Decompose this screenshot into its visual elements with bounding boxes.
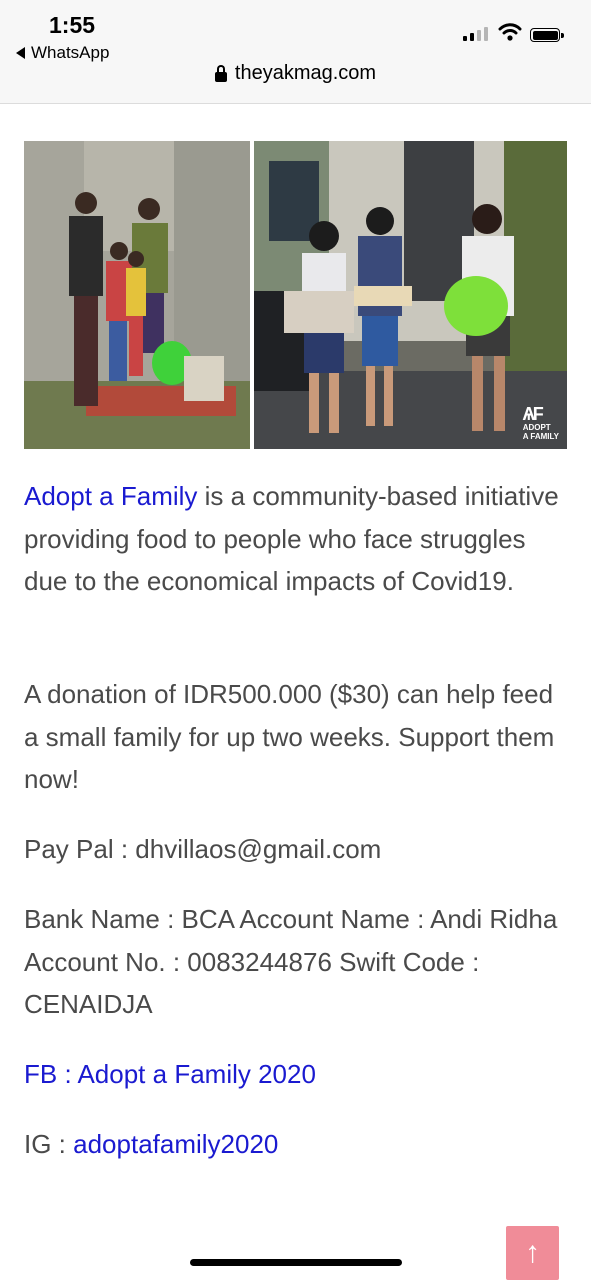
fb-paragraph: FB : Adopt a Family 2020 [24,1053,569,1096]
paypal-paragraph: Pay Pal : dhvillaos@gmail.com [24,834,382,864]
facebook-link[interactable]: FB : Adopt a Family 2020 [24,1059,316,1089]
photo-family-with-volunteer [24,141,250,449]
back-app-label: WhatsApp [31,43,110,62]
back-to-app-button[interactable]: WhatsApp [16,43,109,63]
home-indicator[interactable] [190,1259,402,1266]
lock-icon [214,64,227,82]
intro-paragraph: Adopt a Family is a community-based init… [24,475,569,603]
ig-label: IG : [24,1129,74,1159]
back-triangle-icon [16,47,25,59]
adopt-a-family-logo: ѦF ADOPT A FAMILY [522,404,559,441]
ig-paragraph: IG : adoptafamily2020 [24,1123,569,1166]
url-text: theyakmag.com [234,62,377,84]
cellular-signal-icon [463,27,488,41]
adopt-a-family-link[interactable]: Adopt a Family [24,481,197,511]
bank-details-paragraph: Bank Name : BCA Account Name : Andi Ridh… [24,904,558,1019]
article-photo-collage: ѦF ADOPT A FAMILY [24,141,567,449]
photo-children-receiving-food: ѦF ADOPT A FAMILY [254,141,567,449]
donation-paragraph: A donation of IDR500.000 ($30) can help … [24,679,555,794]
instagram-link[interactable]: adoptafamily2020 [73,1129,278,1159]
arrow-up-icon: ↑ [525,1236,540,1269]
wifi-icon [498,23,522,41]
browser-top-bar: 1:55 WhatsApp theyakmag.com [0,0,591,104]
status-time: 1:55 [49,12,96,38]
back-to-top-button[interactable]: ↑ [506,1226,559,1280]
address-bar[interactable]: theyakmag.com [0,62,591,85]
battery-icon [530,28,564,42]
